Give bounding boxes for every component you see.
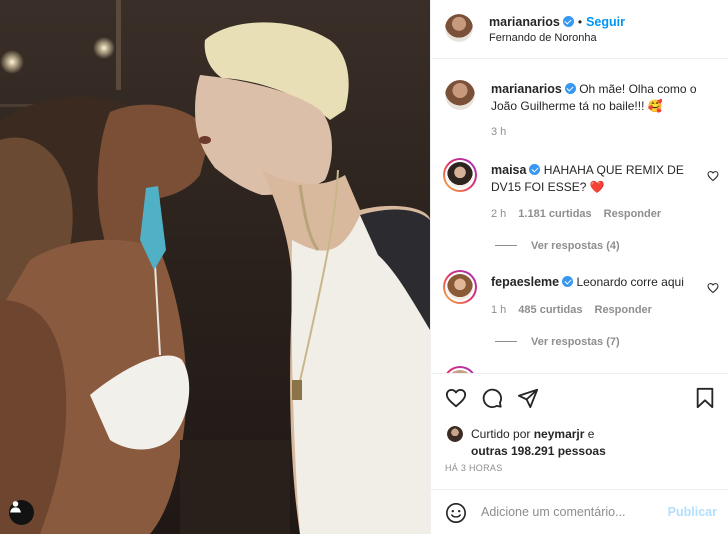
comment-likes[interactable]: 1.181 curtidas (518, 208, 591, 220)
verified-badge-icon (564, 83, 576, 94)
bookmark-icon[interactable] (695, 387, 715, 409)
comment-avatar[interactable] (443, 158, 477, 192)
verified-badge-icon (562, 276, 574, 287)
follow-button[interactable]: Seguir (586, 15, 625, 29)
likes-others[interactable]: outras 198.291 pessoas (471, 444, 606, 458)
user-tag-icon (10, 501, 21, 513)
verified-badge-icon (562, 16, 574, 27)
post-location[interactable]: Fernando de Noronha (489, 32, 597, 44)
caption-avatar[interactable] (445, 80, 475, 110)
post-photo[interactable] (0, 0, 430, 534)
view-replies-label: Ver respostas (7) (531, 336, 620, 348)
comment-avatar[interactable] (443, 366, 477, 373)
liked-by-user[interactable]: neymarjr (534, 427, 585, 441)
view-replies-button[interactable]: Ver respostas (7) (495, 336, 620, 348)
caption-author[interactable]: marianarios (491, 82, 562, 96)
view-replies-button[interactable]: Ver respostas (4) (495, 240, 620, 252)
comment-like-icon[interactable] (707, 282, 719, 294)
post-photo-image (0, 0, 430, 534)
replies-divider (495, 245, 517, 246)
comment-author[interactable]: maisa (491, 163, 526, 177)
post-actions: Curtido por neymarjr e outras 198.291 pe… (431, 373, 728, 488)
reply-button[interactable]: Responder (604, 208, 661, 220)
send-icon[interactable] (517, 387, 539, 409)
author-username[interactable]: marianarios (489, 15, 560, 29)
verified-badge-icon (529, 164, 541, 175)
post-time[interactable]: HÁ 3 HORAS (445, 463, 503, 473)
comment-author[interactable]: fepaesleme (491, 275, 559, 289)
add-comment-bar: Publicar (431, 489, 728, 534)
liked-by-avatar[interactable] (447, 426, 463, 442)
separator-dot: • (577, 15, 583, 29)
user-tag-button[interactable] (9, 500, 34, 525)
author-avatar[interactable] (445, 14, 473, 42)
comment-likes[interactable]: 485 curtidas (518, 304, 582, 316)
comment-like-icon[interactable] (707, 170, 719, 182)
publish-button[interactable]: Publicar (668, 505, 717, 519)
comment-time[interactable]: 2 h (491, 208, 506, 220)
likes-suffix: e (587, 427, 595, 441)
replies-divider (495, 341, 517, 342)
comment-icon[interactable] (481, 387, 503, 409)
reply-button[interactable]: Responder (595, 304, 652, 316)
post-details-panel: marianarios • Seguir Fernando de Noronha m… (430, 0, 728, 534)
heart-icon[interactable] (445, 387, 467, 409)
emoji-icon[interactable] (445, 502, 467, 524)
post-header: marianarios • Seguir Fernando de Noronha (431, 0, 728, 59)
comments-list[interactable]: marianarios Oh mãe! Olha como o João Gui… (431, 60, 728, 373)
view-replies-label: Ver respostas (4) (531, 240, 620, 252)
comment-text: Leonardo corre aqui (576, 275, 684, 289)
comment-input[interactable] (481, 502, 661, 522)
likes-summary: Curtido por neymarjr e outras 198.291 pe… (471, 426, 606, 460)
likes-prefix: Curtido por (471, 427, 531, 441)
comment-time[interactable]: 1 h (491, 304, 506, 316)
caption-time[interactable]: 3 h (491, 126, 506, 138)
comment-avatar[interactable] (443, 270, 477, 304)
